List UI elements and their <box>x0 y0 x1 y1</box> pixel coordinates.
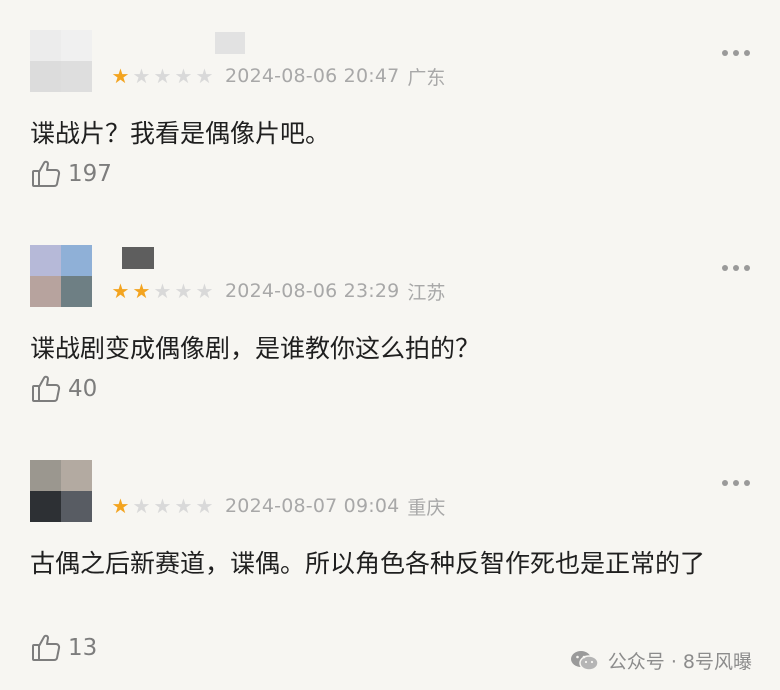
more-dots-icon[interactable] <box>722 50 750 56</box>
thumbs-up-icon <box>32 634 61 661</box>
watermark-text: 公众号 · 8号风曝 <box>607 651 752 673</box>
star-icon: ★ <box>195 494 214 518</box>
comment-location: 江苏 <box>407 281 446 304</box>
like-count: 13 <box>68 635 98 661</box>
avatar[interactable] <box>30 245 92 307</box>
like-count: 40 <box>68 376 98 402</box>
star-icon: ★ <box>111 64 130 88</box>
rating-stars: ★ ★ ★ ★ ★ <box>110 281 215 301</box>
star-icon: ★ <box>111 279 130 303</box>
star-icon: ★ <box>111 494 130 518</box>
star-icon: ★ <box>132 279 151 303</box>
rating-stars: ★ ★ ★ ★ ★ <box>110 66 215 86</box>
more-dots-icon[interactable] <box>722 265 750 271</box>
more-dots-icon[interactable] <box>722 480 750 486</box>
star-icon: ★ <box>132 64 151 88</box>
like-button[interactable]: 197 <box>30 158 112 190</box>
avatar[interactable] <box>30 30 92 92</box>
comment-text: 谍战片？我看是偶像片吧。 <box>30 119 331 148</box>
comment-text: 谍战剧变成偶像剧，是谁教你这么拍的？ <box>30 334 481 363</box>
watermark: 公众号 · 8号风曝 <box>570 647 752 674</box>
thumbs-up-icon <box>32 160 61 187</box>
comment-meta: ★ ★ ★ ★ ★ 2024-08-06 23:29 江苏 <box>110 279 446 304</box>
star-icon: ★ <box>153 279 172 303</box>
avatar[interactable] <box>30 460 92 522</box>
comment-timestamp: 2024-08-07 09:04 <box>225 495 400 517</box>
comment-timestamp: 2024-08-06 20:47 <box>225 65 400 87</box>
comment-text: 古偶之后新赛道，谍偶。所以角色各种反智作死也是正常的了 <box>30 549 706 578</box>
comment-timestamp: 2024-08-06 23:29 <box>225 280 400 302</box>
username-redacted[interactable] <box>215 32 245 54</box>
wechat-icon <box>570 650 599 671</box>
rating-stars: ★ ★ ★ ★ ★ <box>110 496 215 516</box>
like-button[interactable]: 13 <box>30 632 97 664</box>
star-icon: ★ <box>153 494 172 518</box>
star-icon: ★ <box>153 64 172 88</box>
comment-meta: ★ ★ ★ ★ ★ 2024-08-06 20:47 广东 <box>110 64 446 89</box>
star-icon: ★ <box>174 64 193 88</box>
comment-location: 广东 <box>407 66 446 89</box>
star-icon: ★ <box>174 494 193 518</box>
comment-meta: ★ ★ ★ ★ ★ 2024-08-07 09:04 重庆 <box>110 494 446 519</box>
star-icon: ★ <box>132 494 151 518</box>
thumbs-up-icon <box>32 375 61 402</box>
star-icon: ★ <box>195 279 214 303</box>
like-count: 197 <box>68 161 112 187</box>
like-button[interactable]: 40 <box>30 373 97 405</box>
comment-location: 重庆 <box>407 496 446 519</box>
username-redacted[interactable] <box>122 247 154 269</box>
star-icon: ★ <box>174 279 193 303</box>
star-icon: ★ <box>195 64 214 88</box>
